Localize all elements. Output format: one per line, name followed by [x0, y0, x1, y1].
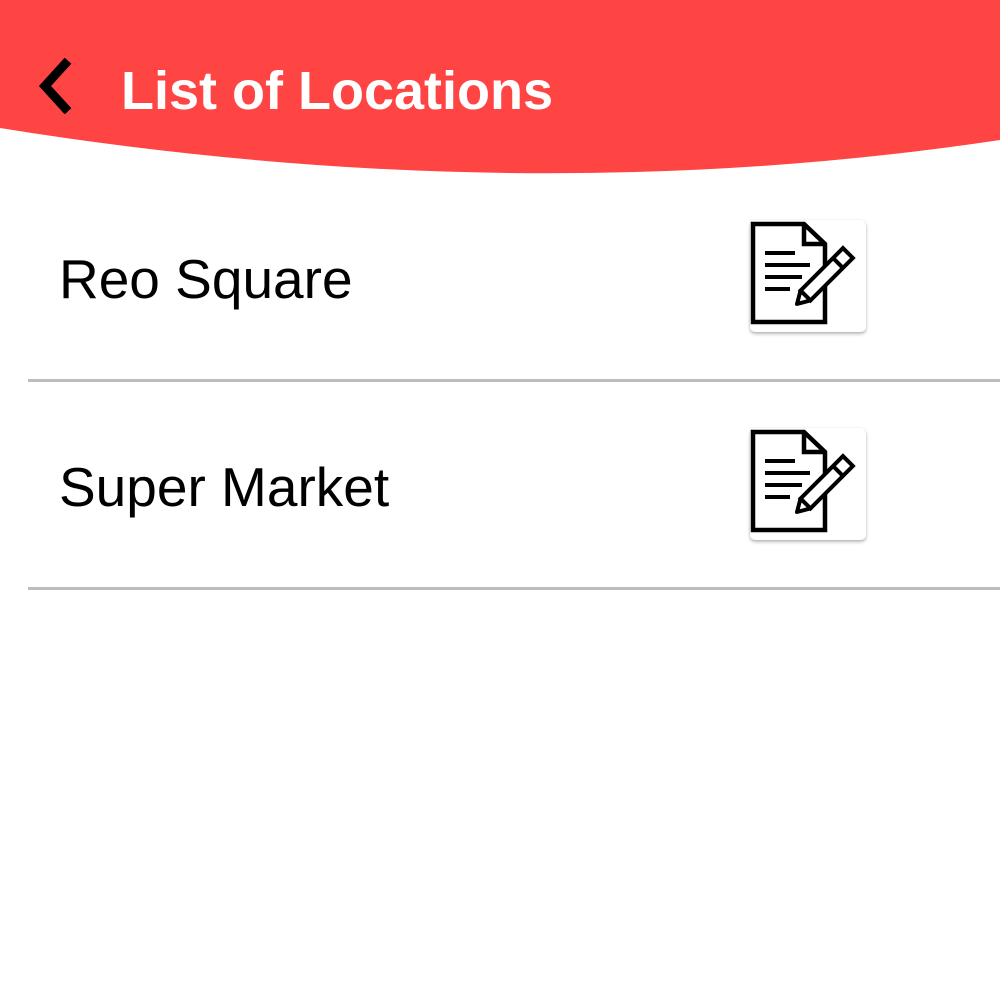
- list-item[interactable]: Reo Square: [28, 174, 1000, 382]
- locations-list: Reo Square Super Market: [0, 174, 1000, 590]
- list-item[interactable]: Super Market: [28, 382, 1000, 590]
- back-button[interactable]: [22, 50, 86, 126]
- edit-location-button[interactable]: [750, 220, 866, 332]
- chevron-left-icon: [34, 57, 74, 119]
- page-title: List of Locations: [121, 61, 553, 121]
- location-name: Super Market: [59, 456, 390, 518]
- edit-document-icon: [750, 428, 866, 540]
- edit-location-button[interactable]: [750, 428, 866, 540]
- edit-document-icon: [750, 220, 866, 332]
- app-header: List of Locations: [0, 0, 1000, 180]
- location-name: Reo Square: [59, 248, 353, 310]
